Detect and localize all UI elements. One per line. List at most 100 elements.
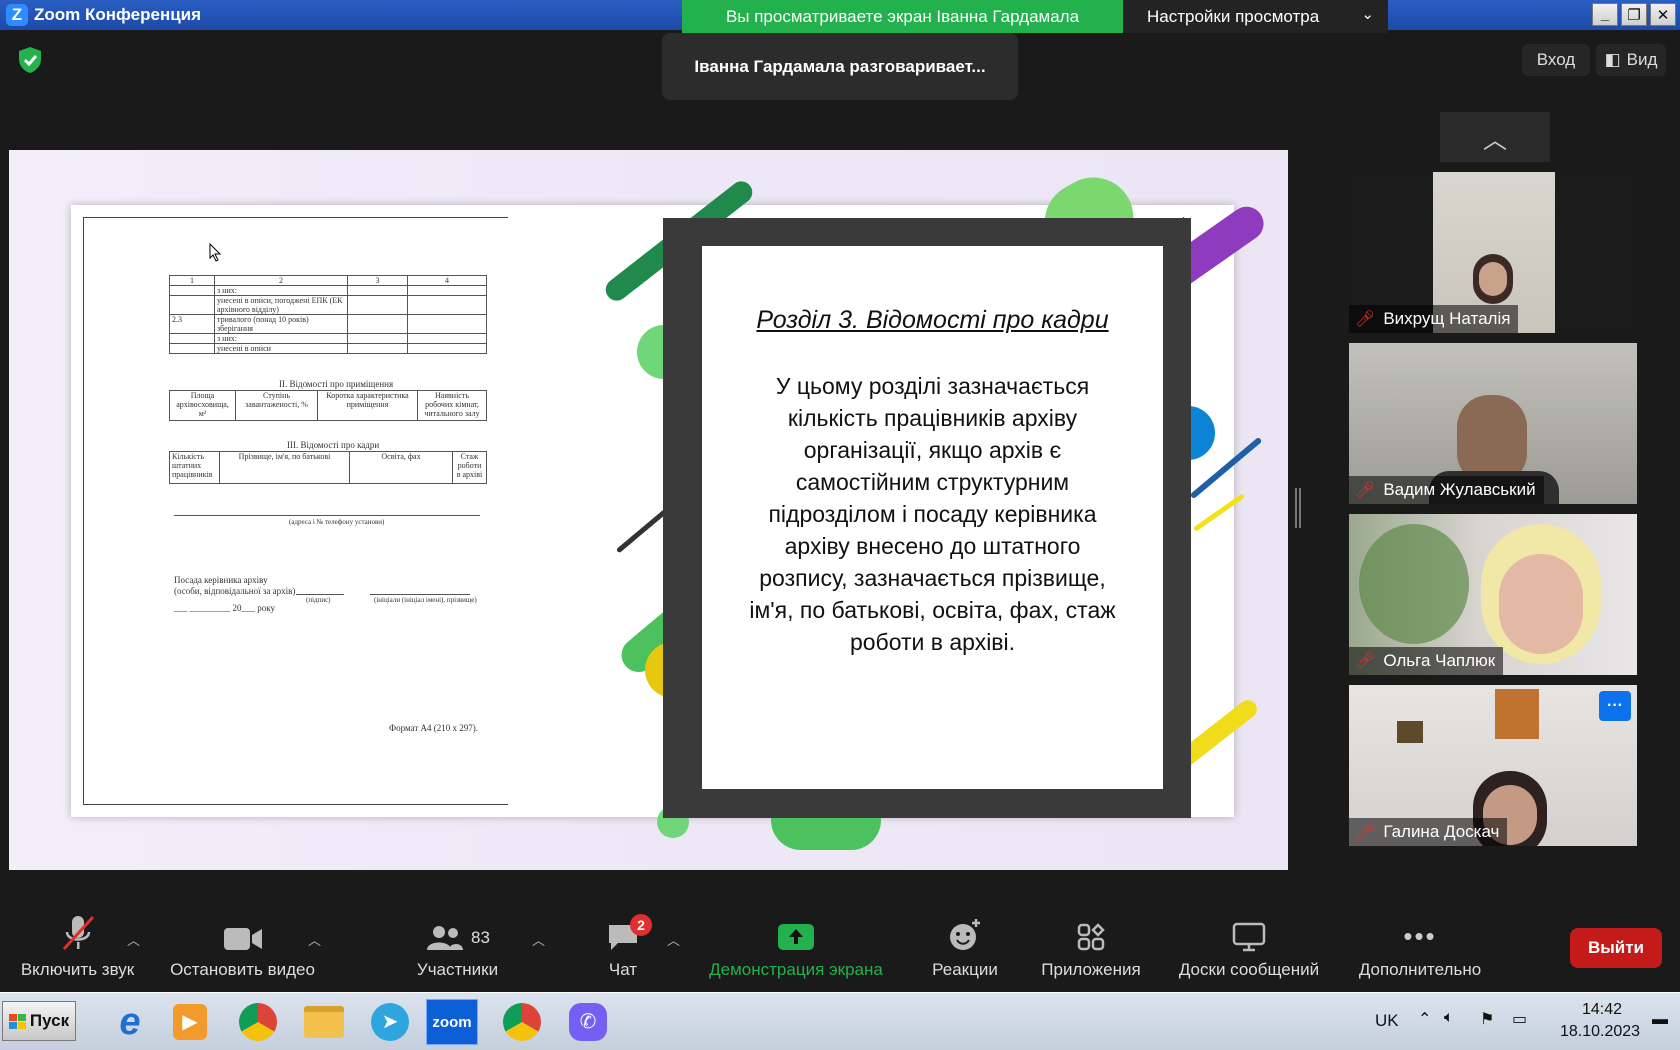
viber-icon[interactable]: ✆ <box>562 999 614 1045</box>
shared-screen: 1 2 3 4 з них: унесені в описи, погоджен… <box>9 150 1288 870</box>
chrome-icon[interactable] <box>232 999 284 1045</box>
table-cell <box>169 285 215 296</box>
volume-icon[interactable]: 🔈︎ <box>1444 1009 1454 1027</box>
chevron-up-icon: ︿ <box>1483 126 1507 154</box>
video-options-caret[interactable]: ︿ <box>308 930 321 949</box>
network-icon[interactable]: ▭ <box>1512 1009 1527 1029</box>
participant-tile[interactable]: 🎤︎ Вихрущ Наталія <box>1349 172 1637 333</box>
table-cell <box>407 314 487 334</box>
show-desktop-icon[interactable]: ▬ <box>1652 1011 1668 1029</box>
apps-button[interactable]: Приложения <box>1032 900 1150 992</box>
chat-button[interactable]: 2 Чат <box>590 900 656 992</box>
document-table-1: 1 2 3 4 з них: унесені в описи, погоджен… <box>169 275 487 354</box>
participants-count: 83 <box>471 928 490 947</box>
table-cell <box>407 333 487 344</box>
table-header-cell: 4 <box>407 275 487 286</box>
minimize-button[interactable]: _ <box>1592 3 1618 26</box>
table-cell: Прізвище, ім'я, по батькові <box>219 451 350 484</box>
meeting-toolbar: Включить звук ︿ Остановить видео ︿ 83 Уч… <box>0 900 1680 992</box>
sign-line <box>296 594 344 595</box>
address-line <box>174 515 480 516</box>
participants-button[interactable]: 83 Участники <box>400 900 515 992</box>
name-line <box>370 594 470 595</box>
table-cell: Кількість штатних працівників <box>169 451 220 484</box>
participant-tile[interactable]: 🎤︎ Вадим Жулавський <box>1349 343 1637 504</box>
stop-video-button[interactable]: Остановить видео <box>160 900 325 992</box>
encryption-shield-icon[interactable] <box>15 45 45 75</box>
more-button[interactable]: ••• Дополнительно <box>1350 900 1490 992</box>
panel-resize-handle[interactable] <box>1295 488 1301 528</box>
format-caption: Формат А4 (210 х 297). <box>389 723 479 733</box>
start-button[interactable]: Пуск <box>2 1001 76 1041</box>
document-table-3: Кількість штатних працівників Прізвище, … <box>169 451 487 484</box>
table-cell <box>169 343 215 354</box>
windows-flag-icon <box>8 1013 26 1029</box>
table-cell: Коротка характеристика приміщення <box>317 390 418 421</box>
zoom-taskbar-button[interactable]: zoom <box>426 999 478 1045</box>
participants-options-caret[interactable]: ︿ <box>532 930 545 949</box>
table-header-cell: 3 <box>347 275 408 286</box>
audio-options-caret[interactable]: ︿ <box>127 930 140 949</box>
chrome-icon-2[interactable] <box>496 999 548 1045</box>
apps-icon <box>1076 900 1106 952</box>
participant-tile[interactable]: ··· 🎤︎ Галина Доскач <box>1349 685 1637 846</box>
close-button[interactable]: ✕ <box>1650 3 1676 26</box>
view-layout-icon: ◧ <box>1604 50 1621 69</box>
participants-icon: 83 <box>425 900 490 952</box>
chat-options-caret[interactable]: ︿ <box>667 930 680 949</box>
muted-mic-icon: 🎤︎ <box>1355 311 1376 328</box>
wall-picture <box>1397 721 1423 743</box>
reactions-button[interactable]: Реакции <box>920 900 1010 992</box>
chevron-down-icon: ⌄ <box>1361 6 1374 23</box>
leave-meeting-button[interactable]: Выйти <box>1570 928 1662 968</box>
view-options-dropdown[interactable]: Настройки просмотра ⌄ <box>1123 0 1388 33</box>
scanned-document: 1 2 3 4 з них: унесені в описи, погоджен… <box>83 217 508 805</box>
table-cell: Площа архівосховища, м² <box>169 390 236 421</box>
more-options-button[interactable]: ··· <box>1599 691 1631 721</box>
table-header-cell: 1 <box>169 275 215 286</box>
zoom-taskbar-label: zoom <box>432 1013 472 1031</box>
action-center-flag-icon[interactable]: ⚑ <box>1480 1009 1494 1029</box>
enter-button[interactable]: Вход <box>1522 44 1590 76</box>
date-line: ___ _________ 20___ року <box>174 603 275 613</box>
view-button[interactable]: ◧ Вид <box>1596 44 1666 76</box>
language-indicator[interactable]: UK <box>1375 1011 1399 1031</box>
viewing-screen-indicator: Вы просматриваете экран Іванна Гардамала <box>682 0 1123 33</box>
participant-name-label: 🎤︎ Галина Доскач <box>1349 818 1508 846</box>
share-screen-button[interactable]: Демонстрация экрана <box>700 900 892 992</box>
document-table-2: Площа архівосховища, м² Ступінь завантаж… <box>169 390 487 421</box>
whiteboards-label: Доски сообщений <box>1178 960 1320 979</box>
table-cell <box>347 314 408 334</box>
table-cell: унесені в описи <box>214 343 348 354</box>
clock-date[interactable]: 18.10.2023 <box>1560 1023 1640 1041</box>
gallery-scroll-up-button[interactable]: ︿ <box>1440 112 1550 162</box>
participant-tile[interactable]: 🎤︎ Ольга Чаплюк <box>1349 514 1637 675</box>
file-explorer-icon[interactable] <box>298 999 350 1045</box>
table-cell: унесені в описи, погоджені ЕПК (ЕК архів… <box>214 295 348 315</box>
table-cell <box>347 285 408 296</box>
maximize-button[interactable]: ❐ <box>1621 3 1647 26</box>
share-screen-icon <box>777 900 815 952</box>
table-cell: тривалого (понад 10 років) зберігання <box>214 314 348 334</box>
address-caption: (адреса і № телефону установи) <box>289 518 385 526</box>
table-cell: Ступінь завантаженості, % <box>235 390 318 421</box>
internet-explorer-icon[interactable]: e <box>104 999 156 1045</box>
whiteboards-button[interactable]: Доски сообщений <box>1168 900 1330 992</box>
tray-expand-icon[interactable]: ⌃ <box>1418 1009 1431 1029</box>
media-player-icon[interactable]: ▶ <box>164 999 216 1045</box>
video-camera-icon <box>223 900 263 952</box>
head-label-1: Посада керівника архіву <box>174 575 268 585</box>
clock-time[interactable]: 14:42 <box>1582 1001 1622 1019</box>
chat-bubble-icon: 2 <box>606 900 652 952</box>
view-options-label: Настройки просмотра <box>1147 6 1320 26</box>
zoom-logo-icon: Z <box>6 4 28 26</box>
plant <box>1359 524 1469 644</box>
telegram-icon[interactable]: ➤ <box>364 999 416 1045</box>
table-cell <box>407 295 487 315</box>
table-cell: 2.3 <box>169 314 215 334</box>
table-cell <box>169 295 215 315</box>
table-cell <box>347 343 408 354</box>
unmute-button[interactable]: Включить звук <box>10 900 145 992</box>
table-cell <box>407 285 487 296</box>
ellipsis-icon: ••• <box>1403 921 1437 951</box>
